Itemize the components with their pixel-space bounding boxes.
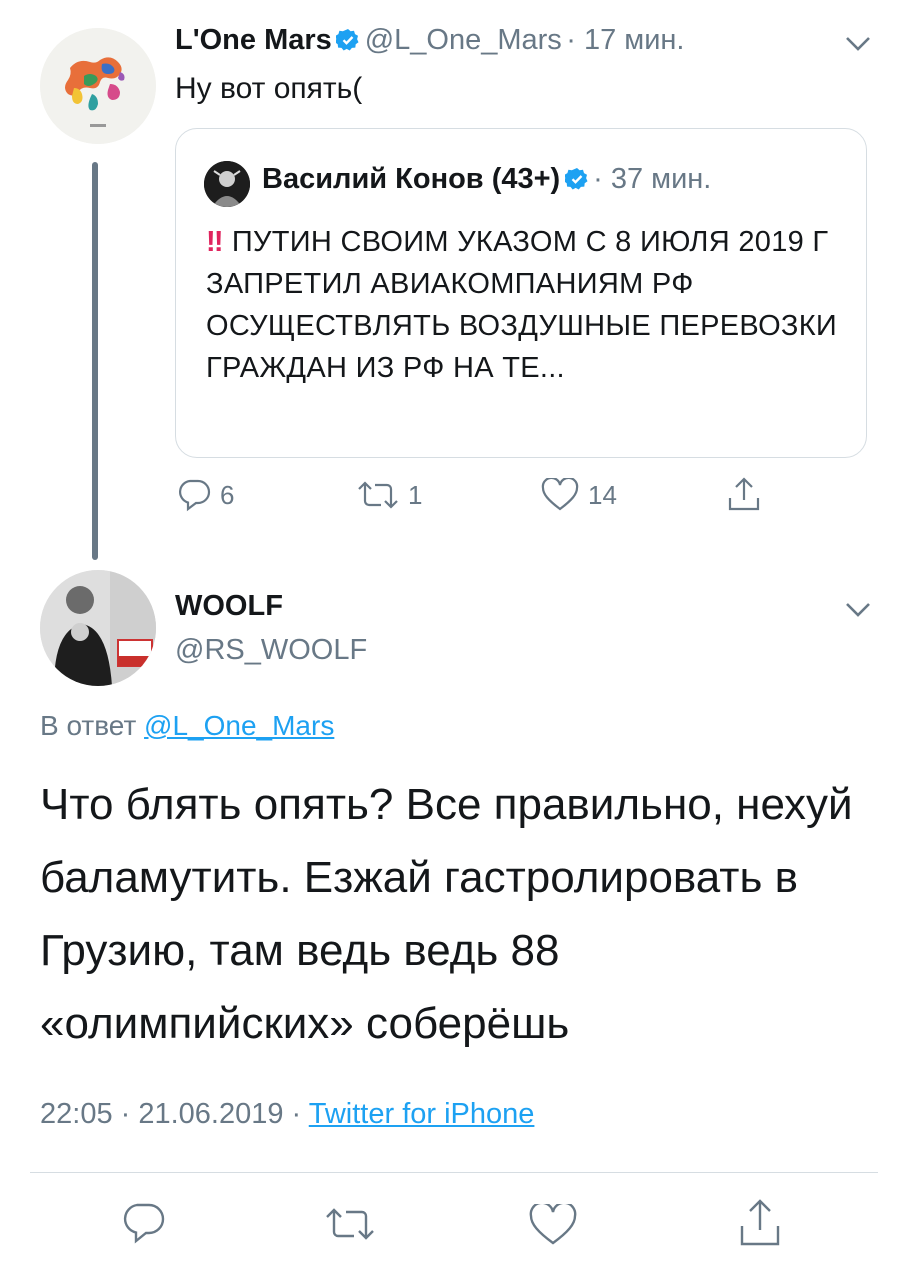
- tweet2-display-name[interactable]: WOOLF: [175, 590, 283, 623]
- quote-text: ПУТИН СВОИМ УКАЗОМ С 8 ИЮЛЯ 2019 Г ЗАПРЕ…: [206, 226, 838, 384]
- tweet2-timestamp: 22:05 · 21.06.2019 ·: [40, 1098, 302, 1130]
- tweet1-header: L'One Mars @L_One_Mars · 17 мин.: [175, 24, 684, 57]
- tweet2-more-button[interactable]: [845, 602, 871, 618]
- chevron-down-icon: [846, 603, 870, 617]
- avatar-vasily-konov[interactable]: [204, 161, 250, 207]
- tweet1-more-button[interactable]: [845, 36, 871, 52]
- retweet-button[interactable]: 1: [356, 478, 422, 512]
- like-button[interactable]: 14: [540, 478, 617, 512]
- world-map-avatar-image: [40, 28, 156, 144]
- retweet-count: 1: [408, 479, 423, 510]
- tweet2-reply-button[interactable]: [120, 1202, 166, 1249]
- reply-prefix: В ответ: [40, 710, 137, 741]
- heart-icon: [541, 478, 579, 511]
- chevron-down-icon: [846, 37, 870, 51]
- share-icon: [728, 477, 760, 511]
- portrait-avatar-image: [204, 161, 250, 207]
- reply-icon: [179, 479, 211, 512]
- tweet2-retweet-button[interactable]: [324, 1204, 376, 1249]
- tweet2-source-link[interactable]: Twitter for iPhone: [309, 1098, 535, 1130]
- avatar-woolf[interactable]: [40, 570, 156, 686]
- reply-to-mention-link[interactable]: @L_One_Mars: [144, 710, 334, 741]
- heart-icon: [529, 1201, 577, 1245]
- tweet1-display-name[interactable]: L'One Mars: [175, 24, 332, 56]
- tweet2-text: Что блять опять? Все правильно, нехуй ба…: [40, 780, 853, 1048]
- divider: [30, 1172, 878, 1173]
- thread-connector-line: [92, 162, 98, 560]
- quote-header: Василий Конов (43+) · 37 мин.: [262, 163, 711, 196]
- quote-text-block: ‼ ПУТИН СВОИМ УКАЗОМ С 8 ИЮЛЯ 2019 Г ЗАПР…: [206, 221, 846, 389]
- reply-button[interactable]: 6: [176, 478, 234, 512]
- tweet2-share-button[interactable]: [738, 1198, 782, 1253]
- portrait-avatar-image: [40, 570, 156, 686]
- tweet2-like-button[interactable]: [528, 1201, 578, 1251]
- reply-to-line: В ответ @L_One_Mars: [40, 710, 334, 742]
- share-icon: [740, 1199, 780, 1246]
- share-button[interactable]: [726, 476, 762, 514]
- tweet1-text: Ну вот опять(: [175, 72, 363, 105]
- double-exclamation-icon: ‼: [206, 226, 224, 258]
- tweet2-handle[interactable]: @RS_WOOLF: [175, 634, 367, 667]
- verified-badge-icon: [335, 28, 360, 52]
- quote-timestamp[interactable]: · 37 мин.: [593, 163, 711, 195]
- reply-icon: [123, 1203, 165, 1244]
- retweet-icon: [326, 1208, 374, 1240]
- verified-badge-icon: [563, 167, 589, 191]
- avatar-lone-mars[interactable]: [40, 28, 156, 144]
- tweet1-handle[interactable]: @L_One_Mars: [365, 24, 562, 56]
- quote-display-name[interactable]: Василий Конов (43+): [262, 163, 560, 195]
- reply-count: 6: [220, 479, 235, 510]
- retweet-icon: [358, 481, 398, 509]
- tweet2-footer: 22:05 · 21.06.2019 · Twitter for iPhone: [40, 1098, 534, 1131]
- tweet1-timestamp[interactable]: · 17 мин.: [566, 24, 684, 56]
- like-count: 14: [588, 479, 617, 510]
- quoted-tweet-card[interactable]: Василий Конов (43+) · 37 мин. ‼ ПУТИН СВО…: [175, 128, 867, 458]
